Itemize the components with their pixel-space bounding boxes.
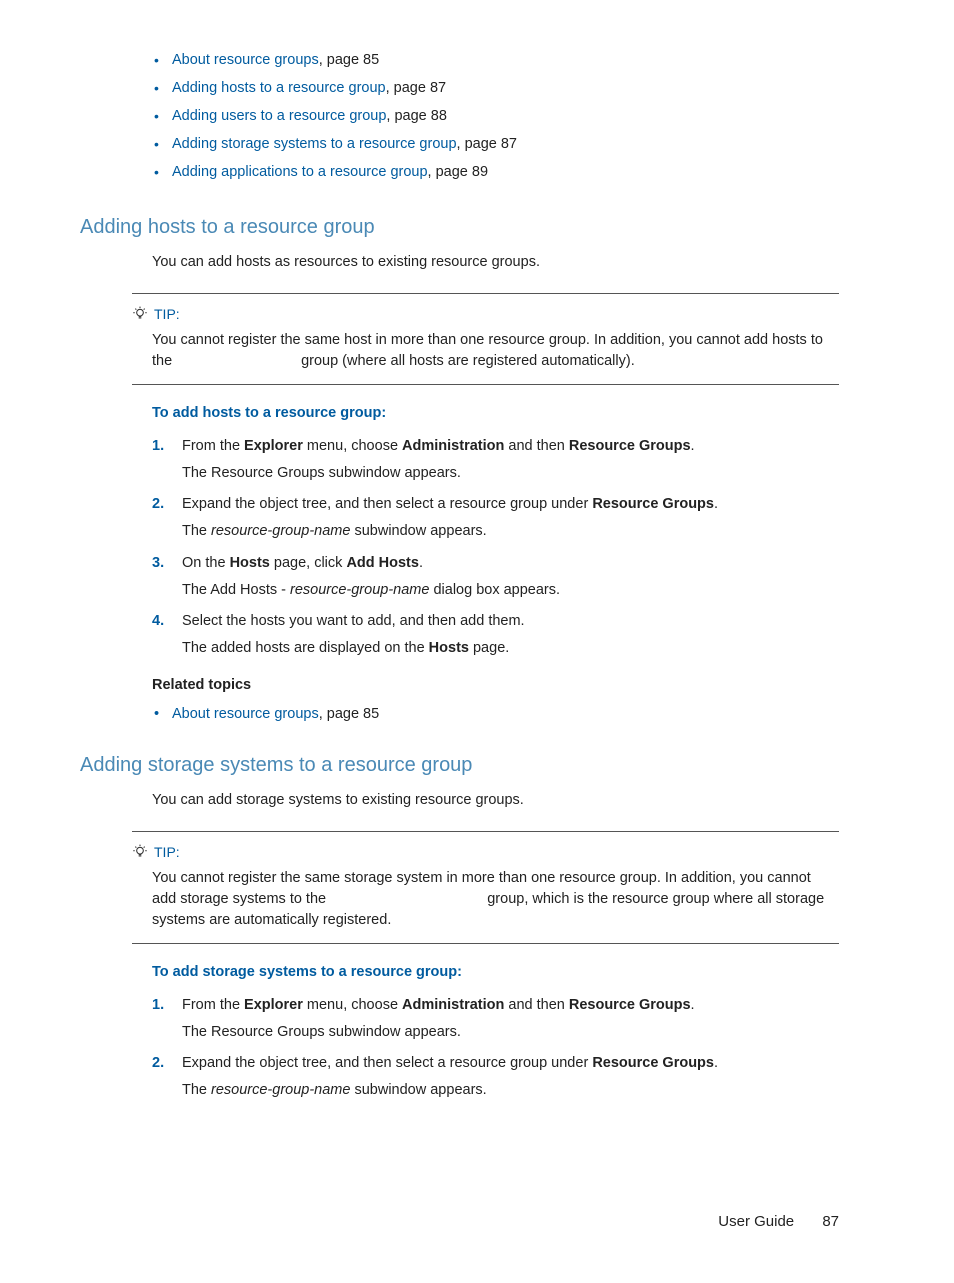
toc-link[interactable]: About resource groups — [172, 52, 319, 68]
toc-item: Adding applications to a resource group,… — [152, 162, 839, 183]
toc-item: Adding storage systems to a resource gro… — [152, 134, 839, 155]
procedure-steps: From the Explorer menu, choose Administr… — [152, 995, 839, 1101]
related-suffix: , page 85 — [319, 706, 379, 722]
procedure-heading: To add storage systems to a resource gro… — [152, 962, 839, 983]
toc-link[interactable]: Adding users to a resource group — [172, 108, 386, 124]
step-item: Select the hosts you want to add, and th… — [152, 611, 839, 659]
section-heading-adding-hosts: Adding hosts to a resource group — [80, 213, 839, 242]
page-number: 87 — [822, 1213, 839, 1230]
related-item: About resource groups, page 85 — [152, 704, 839, 725]
step-result: The Resource Groups subwindow appears. — [182, 1022, 839, 1043]
lightbulb-icon — [132, 844, 148, 860]
step-item: From the Explorer menu, choose Administr… — [152, 436, 839, 484]
toc-suffix: , page 87 — [457, 136, 517, 152]
toc-item: About resource groups, page 85 — [152, 50, 839, 71]
toc-suffix: , page 87 — [386, 80, 446, 96]
procedure-steps: From the Explorer menu, choose Administr… — [152, 436, 839, 658]
toc-link[interactable]: Adding applications to a resource group — [172, 164, 428, 180]
section-intro: You can add storage systems to existing … — [152, 790, 839, 811]
step-item: Expand the object tree, and then select … — [152, 494, 839, 542]
footer-title: User Guide — [718, 1213, 794, 1230]
step-result: The Resource Groups subwindow appears. — [182, 463, 839, 484]
procedure-heading: To add hosts to a resource group: — [152, 403, 839, 424]
tip-block: TIP: You cannot register the same storag… — [132, 831, 839, 944]
lightbulb-icon — [132, 306, 148, 322]
toc-link[interactable]: Adding storage systems to a resource gro… — [172, 136, 457, 152]
step-item: On the Hosts page, click Add Hosts. The … — [152, 553, 839, 601]
toc-link[interactable]: Adding hosts to a resource group — [172, 80, 386, 96]
related-topics-list: About resource groups, page 85 — [152, 704, 839, 725]
step-item: From the Explorer menu, choose Administr… — [152, 995, 839, 1043]
tip-block: TIP: You cannot register the same host i… — [132, 293, 839, 385]
tip-label: TIP: — [154, 304, 180, 324]
toc-list: About resource groups, page 85 Adding ho… — [152, 50, 839, 183]
toc-suffix: , page 89 — [428, 164, 488, 180]
section-heading-adding-storage: Adding storage systems to a resource gro… — [80, 751, 839, 780]
related-topics-heading: Related topics — [152, 675, 839, 696]
step-item: Expand the object tree, and then select … — [152, 1053, 839, 1101]
tip-label: TIP: — [154, 842, 180, 862]
page-footer: User Guide 87 — [80, 1211, 839, 1233]
section-intro: You can add hosts as resources to existi… — [152, 252, 839, 273]
related-link[interactable]: About resource groups — [172, 706, 319, 722]
toc-suffix: , page 88 — [386, 108, 446, 124]
toc-suffix: , page 85 — [319, 52, 379, 68]
tip-text: You cannot register the same storage sys… — [152, 868, 839, 931]
toc-item: Adding hosts to a resource group, page 8… — [152, 78, 839, 99]
toc-item: Adding users to a resource group, page 8… — [152, 106, 839, 127]
tip-text: You cannot register the same host in mor… — [152, 330, 839, 372]
